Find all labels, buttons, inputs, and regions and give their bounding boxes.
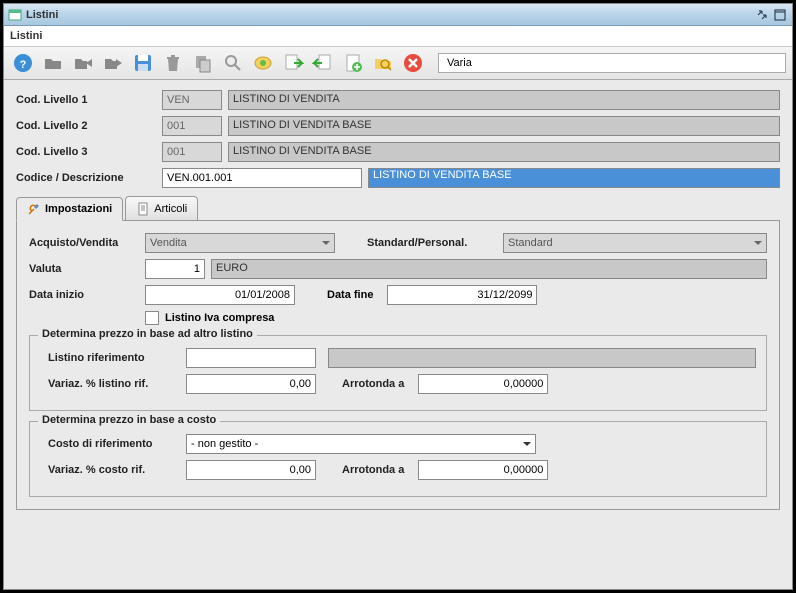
stdpers-label: Standard/Personal. <box>367 237 497 249</box>
window-title: Listini <box>26 9 754 21</box>
import-button[interactable] <box>280 50 306 76</box>
desc-input[interactable]: LISTINO DI VENDITA BASE <box>368 168 780 188</box>
iva-checkbox[interactable] <box>145 311 159 325</box>
variaz1-label: Variaz. % listino rif. <box>40 378 180 390</box>
toolbar-status: Varia <box>438 53 786 73</box>
group-altro-listino: Determina prezzo in base ad altro listin… <box>29 335 767 411</box>
prev-button[interactable] <box>70 50 96 76</box>
level3-desc: LISTINO DI VENDITA BASE <box>228 142 780 162</box>
code-input[interactable] <box>162 168 362 188</box>
acqven-label: Acquisto/Vendita <box>29 237 139 249</box>
save-button[interactable] <box>130 50 156 76</box>
tab-articoli[interactable]: Articoli <box>125 196 198 220</box>
app-window: Listini Listini ? Varia Cod. Livello 1 L… <box>3 3 793 590</box>
search-button[interactable] <box>220 50 246 76</box>
costo-rif-label: Costo di riferimento <box>40 438 180 450</box>
variaz2-input[interactable] <box>186 460 316 480</box>
level3-label: Cod. Livello 3 <box>16 146 156 158</box>
wrench-icon <box>27 202 41 216</box>
group2-title: Determina prezzo in base a costo <box>38 414 220 426</box>
group-costo: Determina prezzo in base a costo Costo d… <box>29 421 767 497</box>
valuta-desc: EURO <box>211 259 767 279</box>
tab-impostazioni-label: Impostazioni <box>45 203 112 215</box>
svg-text:?: ? <box>20 59 27 71</box>
costo-rif-select[interactable]: - non gestito - <box>186 434 536 454</box>
listino-rif-label: Listino riferimento <box>40 352 180 364</box>
delete-button[interactable] <box>160 50 186 76</box>
arrot1-input[interactable] <box>418 374 548 394</box>
new-doc-button[interactable] <box>340 50 366 76</box>
tab-body: Acquisto/Vendita Vendita Standard/Person… <box>16 221 780 510</box>
arrot2-label: Arrotonda a <box>342 464 404 476</box>
datafine-label: Data fine <box>327 289 373 301</box>
detach-button[interactable] <box>754 8 770 22</box>
level1-label: Cod. Livello 1 <box>16 94 156 106</box>
help-button[interactable]: ? <box>10 50 36 76</box>
level1-desc: LISTINO DI VENDITA <box>228 90 780 110</box>
variaz2-label: Variaz. % costo rif. <box>40 464 180 476</box>
level2-label: Cod. Livello 2 <box>16 120 156 132</box>
arrot2-input[interactable] <box>418 460 548 480</box>
level2-desc: LISTINO DI VENDITA BASE <box>228 116 780 136</box>
document-icon <box>136 202 150 216</box>
level3-code[interactable] <box>162 142 222 162</box>
tab-impostazioni[interactable]: Impostazioni <box>16 197 123 221</box>
cancel-button[interactable] <box>400 50 426 76</box>
content-area: Cod. Livello 1 LISTINO DI VENDITA Cod. L… <box>4 80 792 589</box>
export-button[interactable] <box>310 50 336 76</box>
valuta-label: Valuta <box>29 263 139 275</box>
datafine-input[interactable] <box>387 285 537 305</box>
titlebar: Listini <box>4 4 792 26</box>
refresh-button[interactable] <box>250 50 276 76</box>
listino-rif-desc <box>328 348 756 368</box>
tab-articoli-label: Articoli <box>154 203 187 215</box>
folder-button[interactable] <box>40 50 66 76</box>
level2-code[interactable] <box>162 116 222 136</box>
next-button[interactable] <box>100 50 126 76</box>
stdpers-select[interactable]: Standard <box>503 233 767 253</box>
app-icon <box>8 8 22 22</box>
datainizio-label: Data inizio <box>29 289 139 301</box>
level1-code[interactable] <box>162 90 222 110</box>
find-button[interactable] <box>370 50 396 76</box>
group1-title: Determina prezzo in base ad altro listin… <box>38 328 257 340</box>
codedesc-label: Codice / Descrizione <box>16 172 156 184</box>
datainizio-input[interactable] <box>145 285 295 305</box>
maximize-button[interactable] <box>772 8 788 22</box>
subheader-title: Listini <box>4 26 792 47</box>
toolbar: ? Varia <box>4 47 792 80</box>
valuta-input[interactable] <box>145 259 205 279</box>
acqven-select[interactable]: Vendita <box>145 233 335 253</box>
tabstrip: Impostazioni Articoli <box>16 196 780 221</box>
iva-label: Listino Iva compresa <box>165 312 274 324</box>
arrot1-label: Arrotonda a <box>342 378 404 390</box>
listino-rif-input[interactable] <box>186 348 316 368</box>
copy-button[interactable] <box>190 50 216 76</box>
variaz1-input[interactable] <box>186 374 316 394</box>
